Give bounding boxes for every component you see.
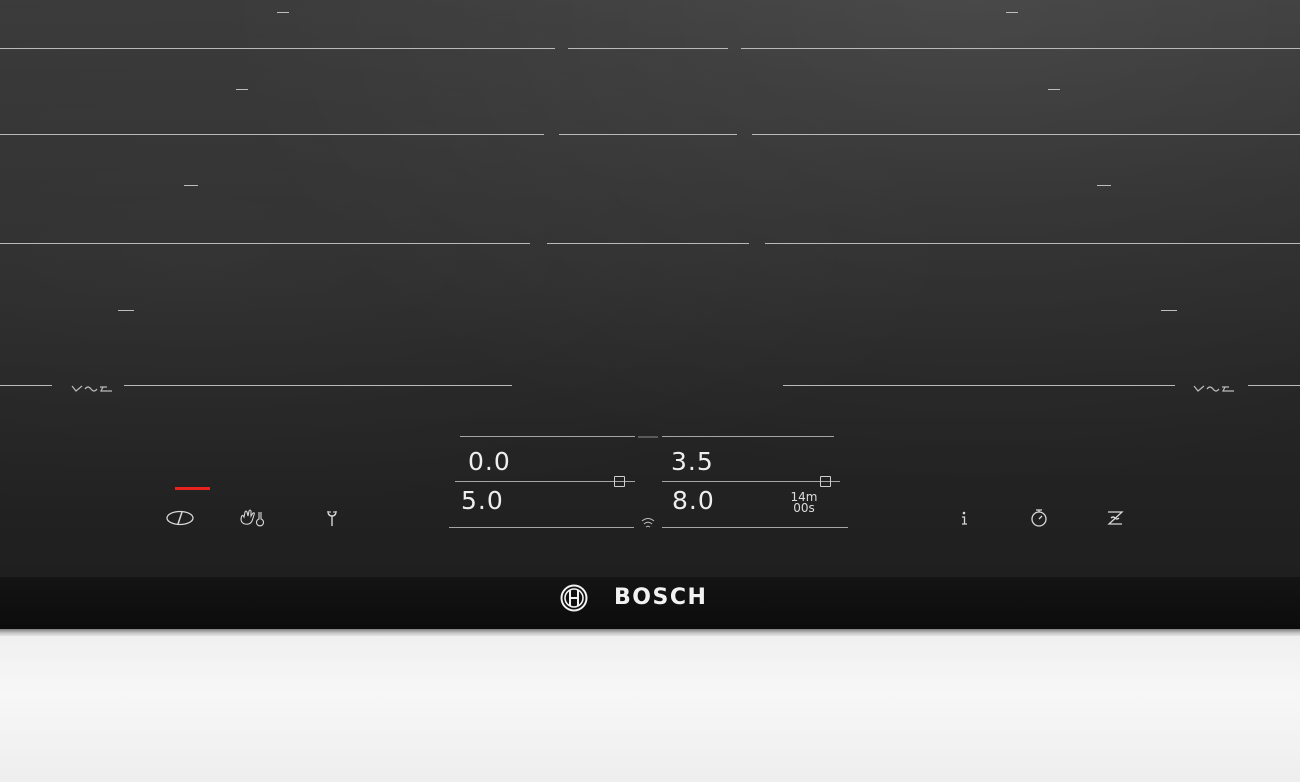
- zone-line: [765, 243, 1300, 244]
- zone-marker-dash: [118, 310, 134, 311]
- display-divider: [455, 481, 635, 482]
- timer-seconds: 00s: [793, 501, 815, 515]
- zone-line: [752, 134, 1300, 135]
- zone-line: [783, 385, 1175, 386]
- zone-power-level[interactable]: 3.5: [671, 448, 714, 476]
- flex-zone-icon: [1192, 379, 1236, 392]
- display-divider: [449, 527, 634, 528]
- zone-power-level[interactable]: 0.0: [468, 448, 511, 476]
- zone-line: [0, 134, 544, 135]
- zone-link-icon: [820, 476, 831, 487]
- zone-line: [741, 48, 1300, 49]
- zone-marker-dash: [1048, 89, 1060, 90]
- countertop: [0, 636, 1300, 782]
- hood-connect-icon[interactable]: [1100, 507, 1130, 529]
- child-lock-icon[interactable]: [238, 507, 268, 529]
- power-active-indicator: [175, 487, 210, 490]
- zone-line: [0, 48, 555, 49]
- induction-hob-glass: 0.0 5.0 3.5 8.0 14m 00s: [0, 0, 1300, 632]
- display-center-mark: [638, 436, 658, 438]
- zone-line: [559, 134, 737, 135]
- zone-line: [124, 385, 512, 386]
- zone-line: [1248, 385, 1300, 386]
- display-divider: [662, 527, 848, 528]
- display-divider: [662, 436, 834, 437]
- zone-line: [0, 243, 530, 244]
- brand-name: BOSCH: [614, 585, 708, 610]
- wifi-icon: [638, 515, 658, 529]
- zone-marker-dash: [184, 185, 198, 186]
- zone-line: [568, 48, 728, 49]
- zone-line: [547, 243, 749, 244]
- zone-marker-dash: [1161, 310, 1177, 311]
- hob-frame-edge: [0, 629, 1300, 636]
- display-divider: [662, 481, 840, 482]
- settings-wrench-icon[interactable]: [317, 507, 347, 529]
- stopwatch-icon[interactable]: [1024, 507, 1054, 529]
- zone-power-level[interactable]: 8.0: [672, 487, 715, 515]
- zone-line: [0, 385, 52, 386]
- zone-marker-dash: [236, 89, 248, 90]
- zone-marker-dash: [1097, 185, 1111, 186]
- power-icon[interactable]: [165, 507, 195, 529]
- bosch-armature-logo-icon: [554, 584, 594, 612]
- zone-marker-dash: [1006, 12, 1018, 13]
- display-divider: [460, 436, 635, 437]
- flex-zone-icon: [70, 379, 114, 392]
- info-icon[interactable]: [949, 507, 979, 529]
- zone-marker-dash: [277, 12, 289, 13]
- zone-link-icon: [614, 476, 625, 487]
- zone-power-level[interactable]: 5.0: [461, 487, 504, 515]
- timer-readout[interactable]: 14m 00s: [782, 491, 826, 515]
